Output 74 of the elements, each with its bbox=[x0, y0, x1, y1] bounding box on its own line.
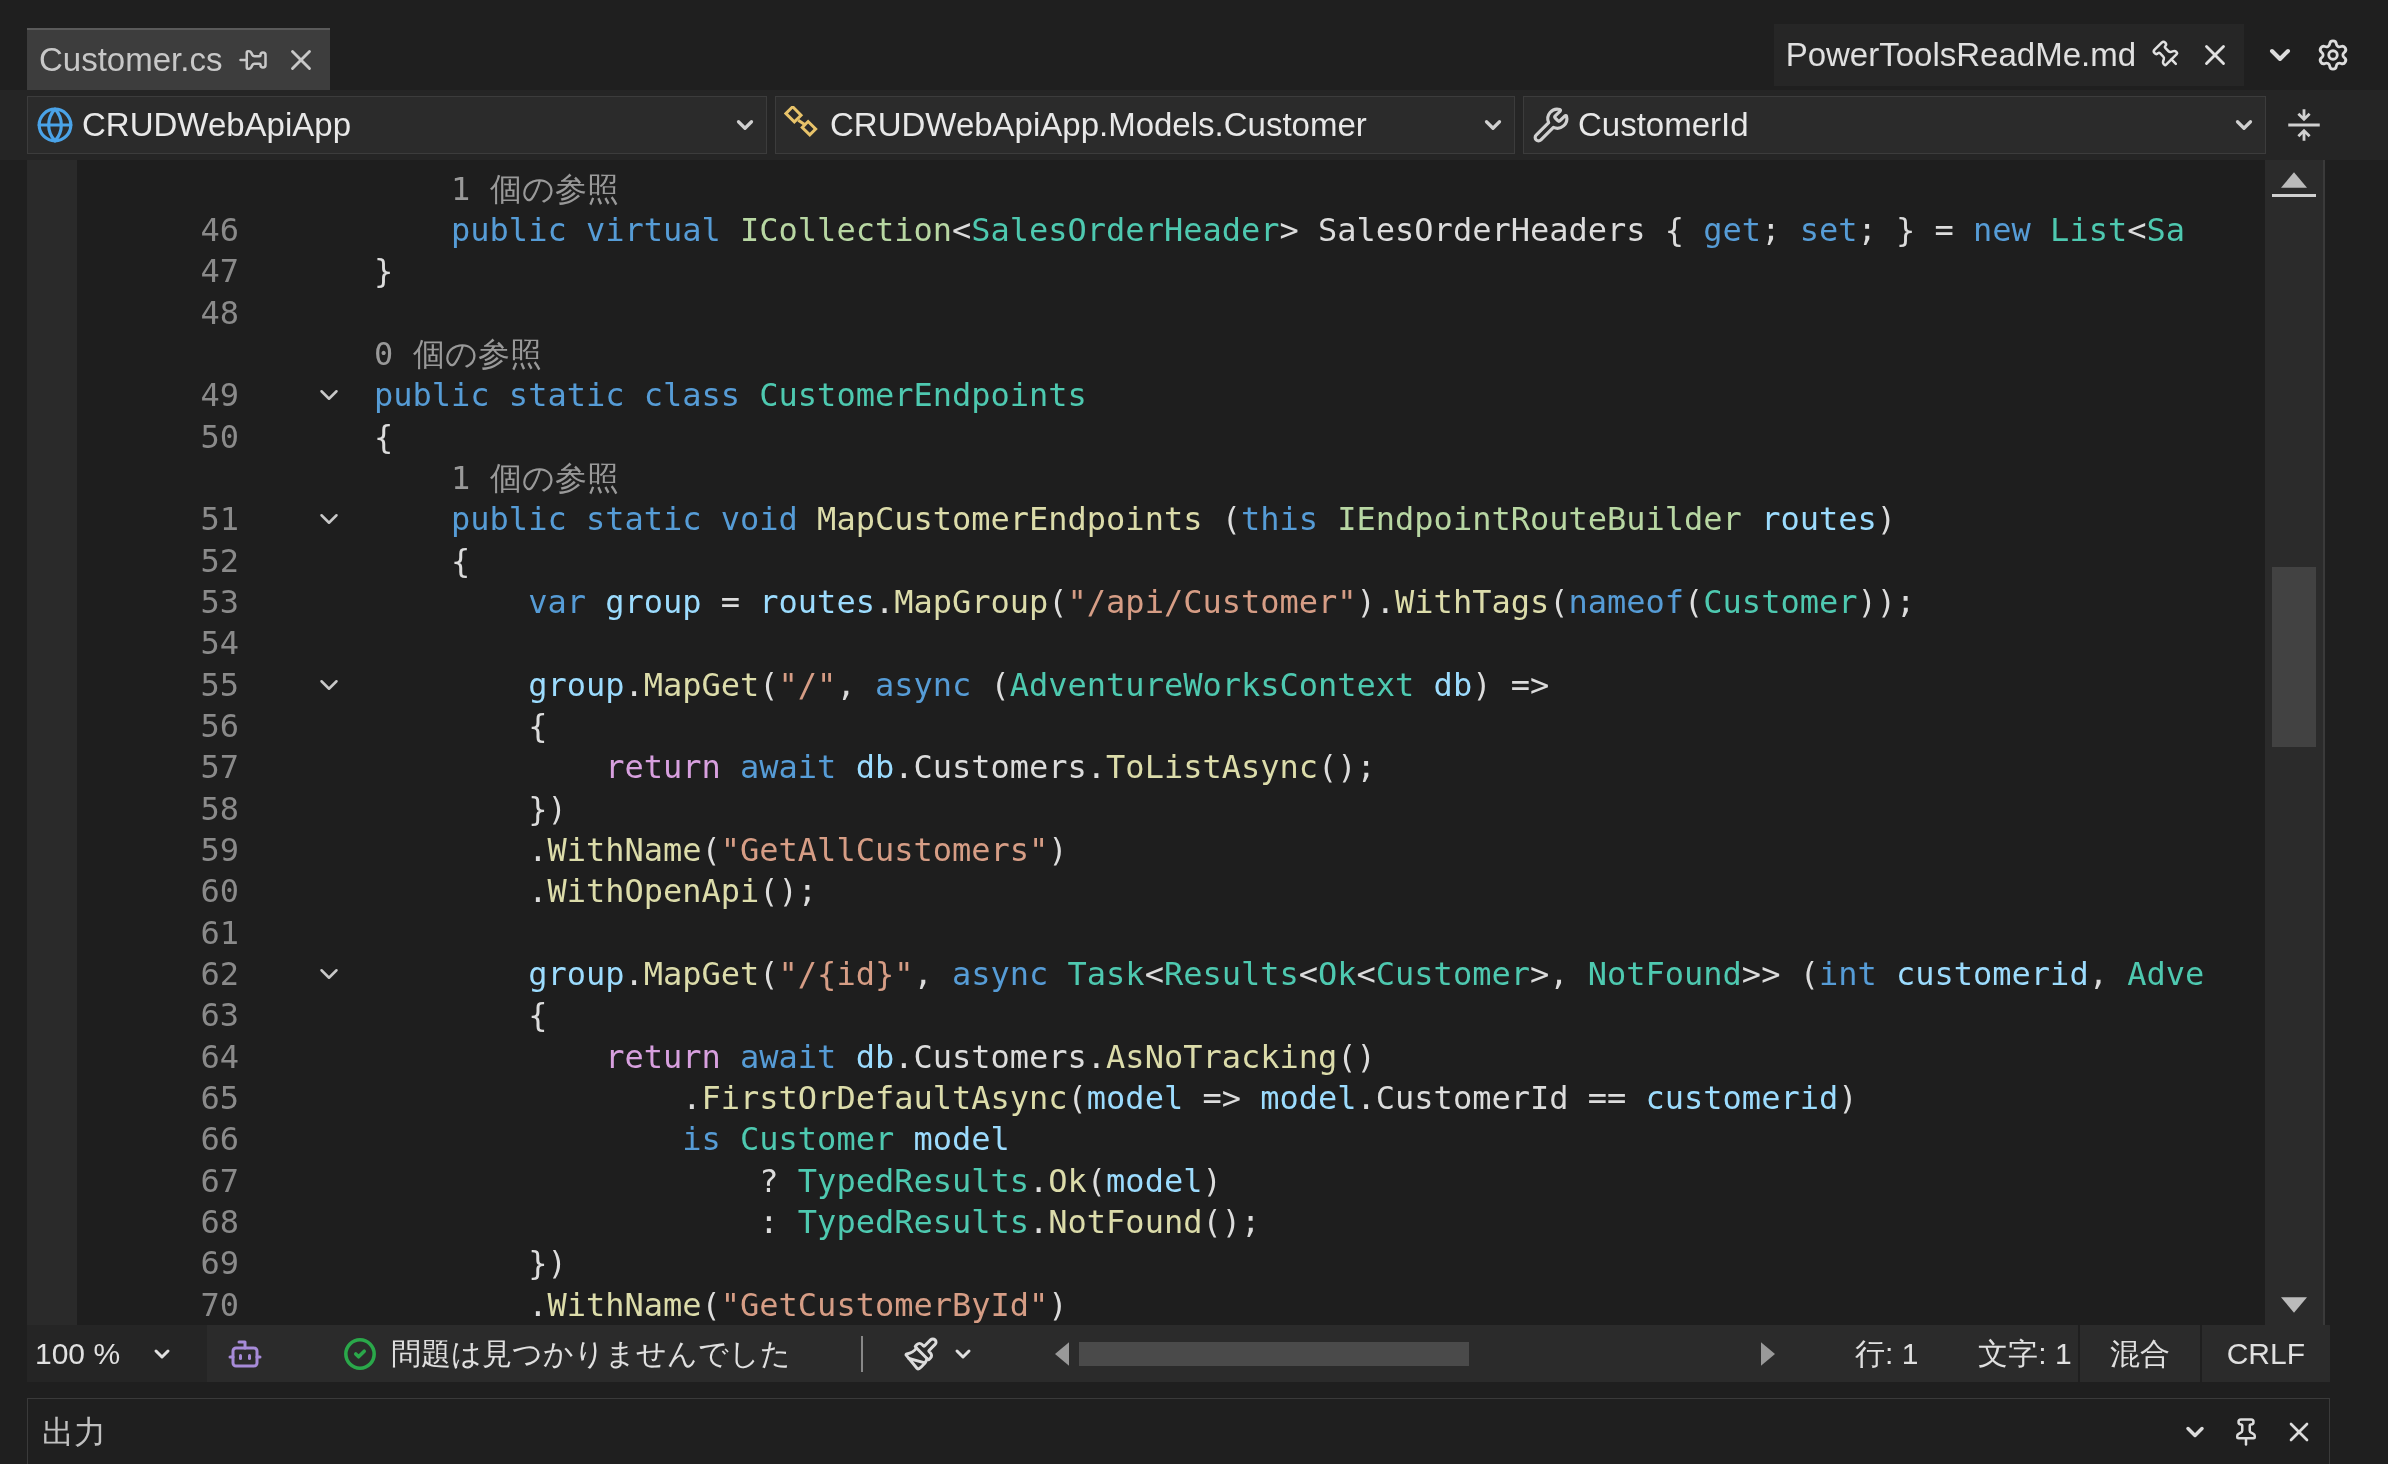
scrollbar-thumb[interactable] bbox=[1079, 1341, 1469, 1366]
column-indicator[interactable]: 文字: 1 bbox=[1978, 1331, 2072, 1376]
code-line: ? TypedResults.Ok(model) bbox=[758, 1164, 1222, 1197]
line-number: 56 bbox=[199, 709, 239, 742]
scroll-right-icon[interactable] bbox=[1761, 1341, 1775, 1366]
line-number: 49 bbox=[199, 379, 239, 412]
split-window-icon[interactable] bbox=[2286, 107, 2322, 143]
editor-tab[interactable]: PowerToolsReadMe.md bbox=[1773, 24, 2244, 86]
issues-status[interactable]: 問題は見つかりませんでした bbox=[391, 1331, 791, 1376]
scroll-up-icon[interactable] bbox=[2281, 172, 2307, 188]
code-line: is Customer model bbox=[681, 1123, 1010, 1156]
line-number: 48 bbox=[199, 296, 239, 329]
line-number: 70 bbox=[199, 1288, 239, 1321]
scroll-down-icon[interactable] bbox=[2281, 1297, 2307, 1313]
code-line: group.MapGet("/", async (AdventureWorksContext db) => bbox=[527, 668, 1550, 701]
check-icon bbox=[343, 1336, 377, 1371]
reference-count[interactable]: 1 個の参照 bbox=[374, 461, 619, 494]
navigation-dropdown[interactable]: CRUDWebApiApp bbox=[27, 96, 767, 154]
line-number: 66 bbox=[199, 1123, 239, 1156]
code-line: }) bbox=[527, 1247, 567, 1280]
code-line: } bbox=[374, 255, 394, 288]
line-number: 64 bbox=[199, 1040, 239, 1073]
line-number: 46 bbox=[199, 214, 239, 246]
line-number: 58 bbox=[199, 792, 239, 825]
line-number: 59 bbox=[199, 833, 239, 866]
line-number: 55 bbox=[199, 668, 239, 701]
code-line: return await db.Customers.AsNoTracking() bbox=[604, 1040, 1376, 1073]
scroll-left-icon[interactable] bbox=[1055, 1341, 1069, 1366]
zoom-dropdown[interactable]: 100 % bbox=[27, 1325, 207, 1382]
code-line: }) bbox=[527, 792, 567, 825]
code-line: public static void MapCustomerEndpoints (this IEndpointRouteBuilder routes) bbox=[450, 503, 1896, 536]
code-line: .FirstOrDefaultAsync(model => model.CustomerId == customerid) bbox=[681, 1081, 1858, 1114]
vertical-scrollbar[interactable] bbox=[2265, 160, 2323, 1325]
line-number: 47 bbox=[199, 255, 239, 288]
code-line: .WithName("GetCustomerById") bbox=[527, 1288, 1068, 1321]
project-icon bbox=[36, 106, 74, 144]
code-line: .WithOpenApi(); bbox=[527, 875, 818, 908]
code-line: { bbox=[374, 420, 394, 453]
line-number: 69 bbox=[199, 1247, 239, 1280]
code-line: : TypedResults.NotFound(); bbox=[758, 1205, 1261, 1238]
code-line: return await db.Customers.ToListAsync(); bbox=[604, 751, 1376, 784]
code-line: { bbox=[527, 709, 548, 742]
encoding-indicator[interactable]: 混合 bbox=[2077, 1325, 2202, 1382]
line-number: 57 bbox=[199, 751, 239, 784]
editor-tab[interactable]: Customer.cs bbox=[27, 28, 331, 90]
settings-icon[interactable] bbox=[2316, 38, 2350, 72]
brush-icon[interactable] bbox=[903, 1335, 939, 1372]
line-number: 68 bbox=[199, 1205, 239, 1238]
line-number: 61 bbox=[199, 916, 239, 949]
reference-count[interactable]: 0 個の参照 bbox=[374, 337, 542, 370]
code-line: { bbox=[527, 999, 548, 1032]
line-number: 51 bbox=[199, 503, 239, 536]
line-number: 52 bbox=[199, 544, 239, 577]
code-line: { bbox=[450, 544, 471, 577]
panel-title: 出力 bbox=[42, 1412, 107, 1452]
code-line: var group = routes.MapGroup("/api/Customer").WithTags(nameof(Customer)); bbox=[527, 585, 1916, 618]
navigation-dropdown[interactable]: CRUDWebApiApp.Models.Customer bbox=[775, 96, 1515, 154]
line-number: 63 bbox=[199, 999, 239, 1032]
line-number: 50 bbox=[199, 420, 239, 453]
code-line: group.MapGet("/{id}", async Task<Results<Ok<Customer>, NotFound>> (int customerid, Adve bbox=[527, 957, 2205, 990]
line-number: 67 bbox=[199, 1164, 239, 1197]
code-line: .WithName("GetAllCustomers") bbox=[527, 833, 1068, 866]
line-number: 54 bbox=[199, 627, 239, 660]
line-number: 62 bbox=[199, 957, 239, 990]
line-ending-indicator[interactable]: CRLF bbox=[2201, 1325, 2330, 1382]
line-number: 53 bbox=[199, 585, 239, 618]
line-number: 60 bbox=[199, 875, 239, 908]
wrench-icon bbox=[1532, 106, 1570, 144]
navigation-dropdown[interactable]: CustomerId bbox=[1523, 96, 2266, 154]
line-indicator[interactable]: 行: 1 bbox=[1855, 1331, 1919, 1376]
line-number: 65 bbox=[199, 1081, 239, 1114]
reference-count[interactable]: 1 個の参照 bbox=[374, 172, 619, 205]
code-line: public static class CustomerEndpoints bbox=[374, 379, 1087, 412]
code-line: public virtual ICollection<SalesOrderHeader> SalesOrderHeaders { get; set; } = new List<Sa bbox=[450, 214, 2185, 246]
